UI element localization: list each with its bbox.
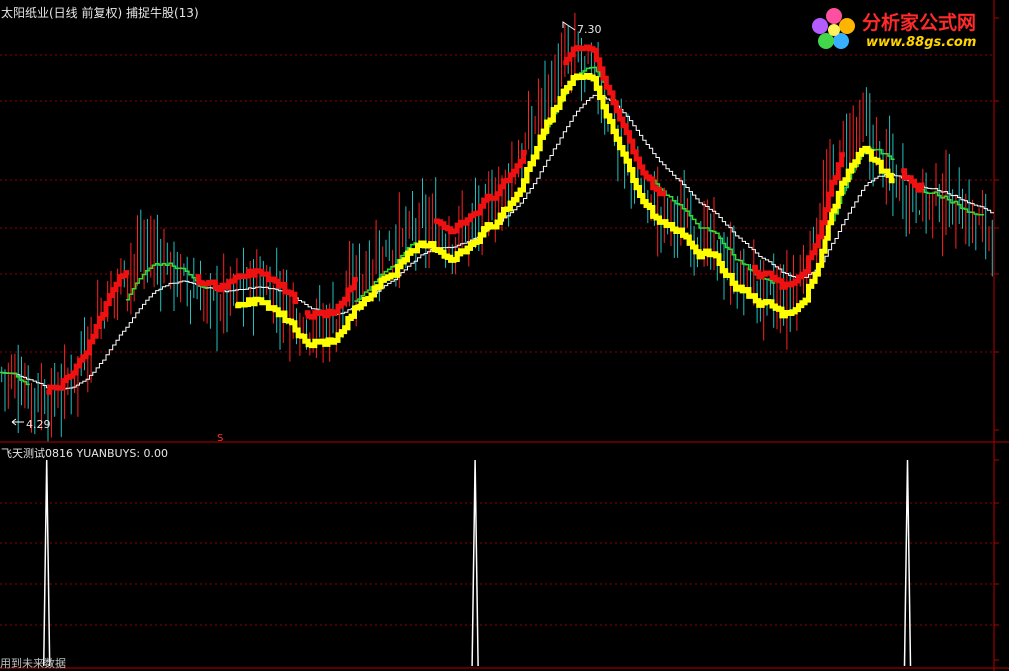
yellow-step-line <box>344 73 617 331</box>
yellow-step-line <box>563 73 895 319</box>
future-data-warning: 用到未来数据 <box>0 657 66 670</box>
logo-url: www.88gs.com <box>866 35 977 50</box>
red-step-line <box>434 149 527 235</box>
flower-logo-icon <box>812 8 855 49</box>
yellow-step-line <box>463 73 796 319</box>
buy-signal-spike <box>903 459 912 667</box>
yellow-step-line <box>235 128 547 349</box>
high-price-label: 7.30 <box>577 23 602 36</box>
logo-name: 分析家公式网 <box>862 12 977 34</box>
low-price-label: 4.29 <box>26 418 51 431</box>
main-panel-title: 太阳纸业(日线 前复权) 捕捉牛股(13) <box>1 6 199 20</box>
site-logo: 分析家公式网 www.88gs.com <box>806 2 1006 54</box>
sell-marker: S <box>217 433 223 444</box>
chart-canvas: S <box>0 0 1009 671</box>
white-step-line <box>0 94 994 391</box>
sub-panel-title: 飞天测试0816 YUANBUYS: 0.00 <box>1 447 169 460</box>
buy-signal-spike <box>471 459 479 667</box>
buy-signal-spike <box>42 459 51 667</box>
